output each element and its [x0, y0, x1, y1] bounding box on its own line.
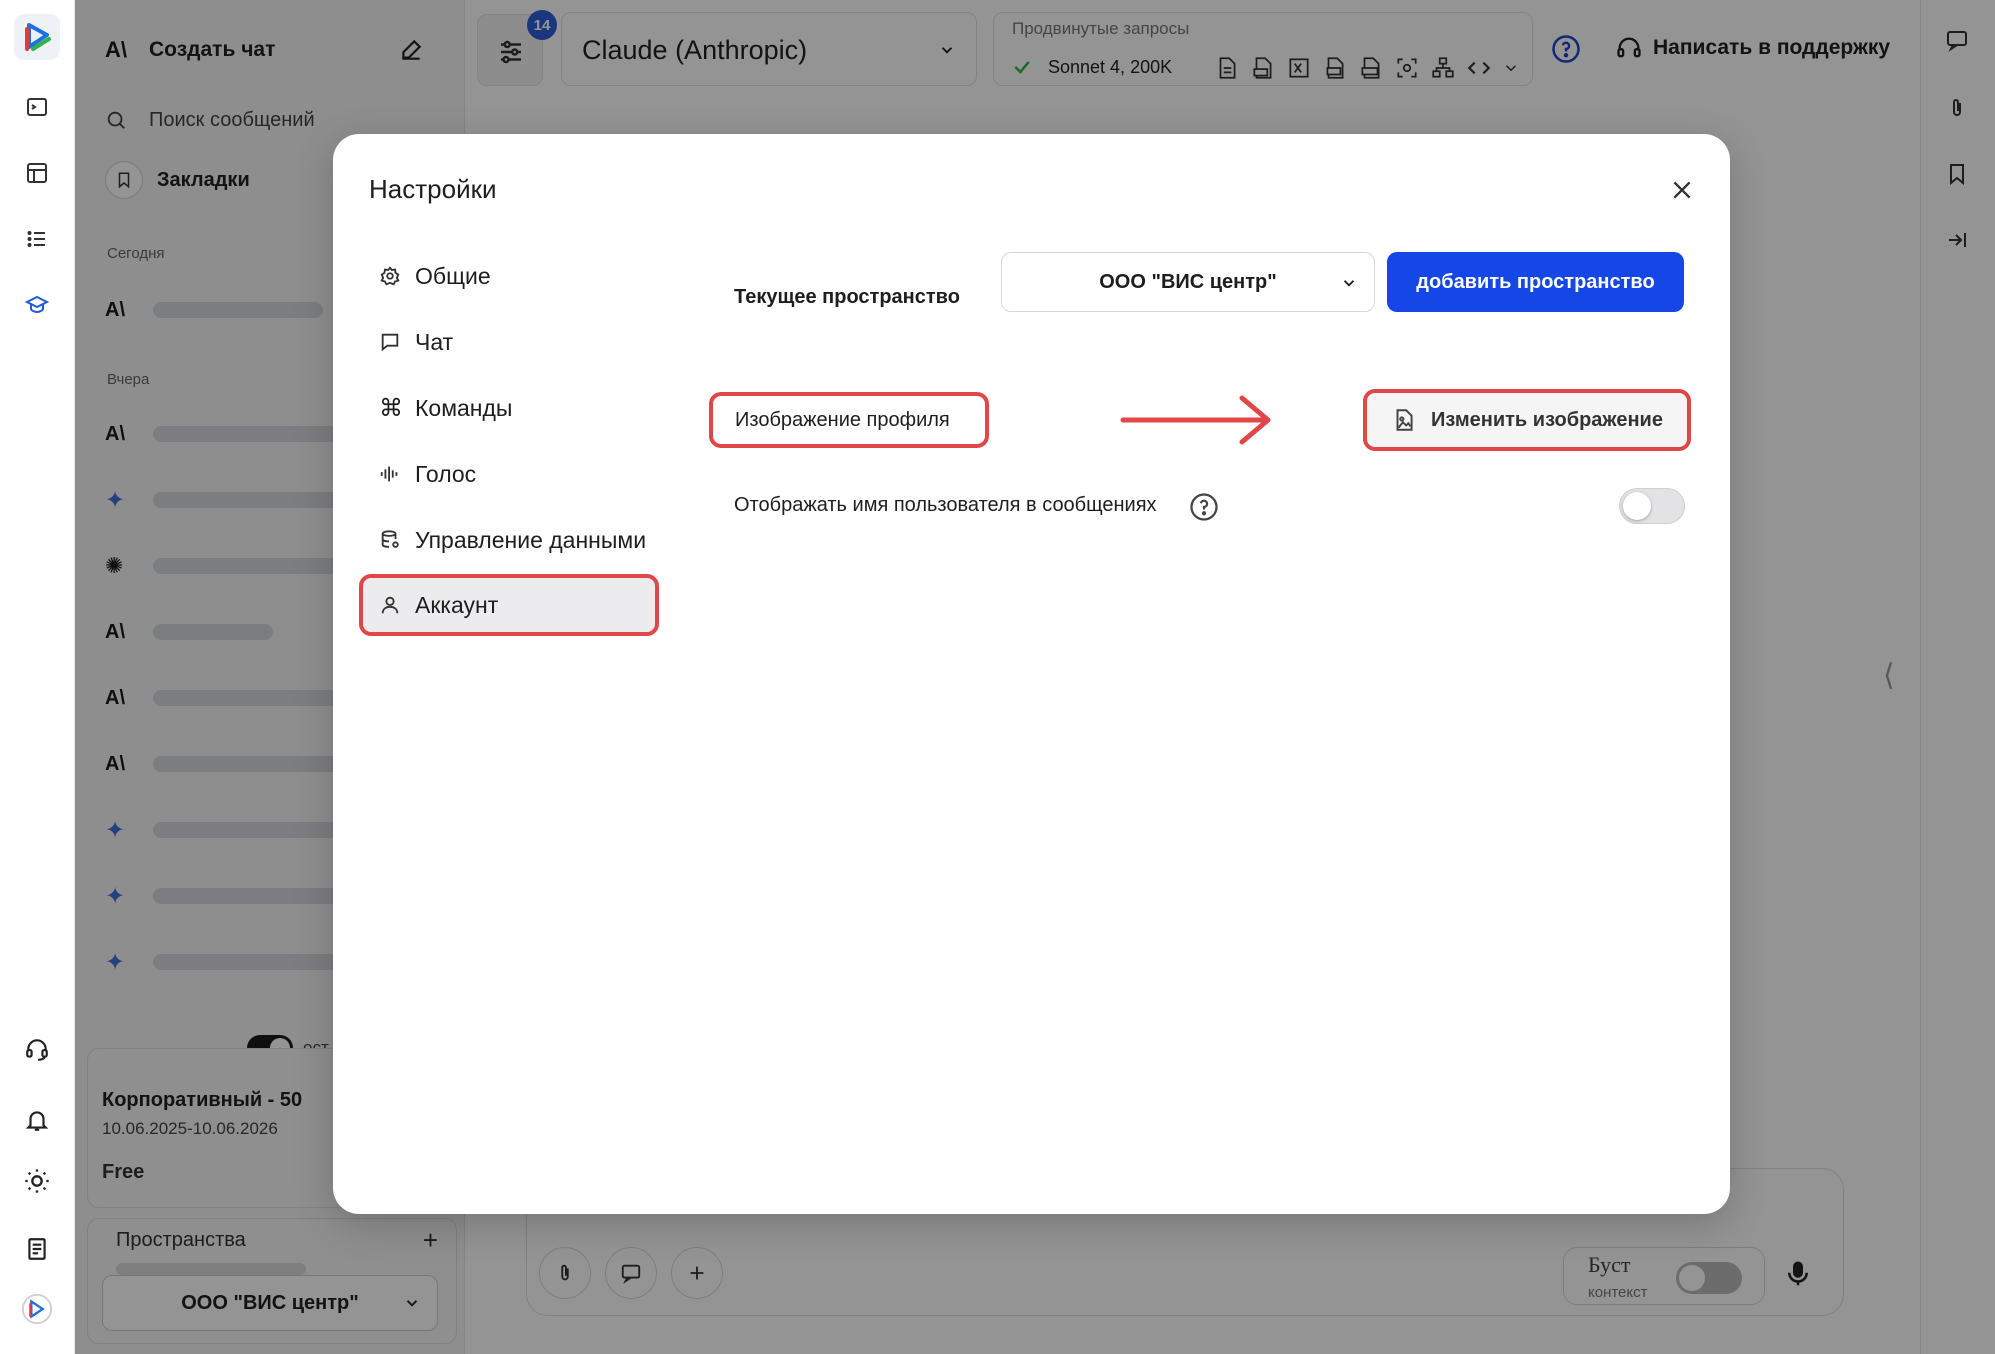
toggle-knob	[1623, 492, 1651, 520]
nav-account[interactable]: Аккаунт	[359, 574, 659, 636]
nav-data-management[interactable]: Управление данными	[369, 512, 659, 568]
current-space-select[interactable]: ООО "ВИС центр"	[1001, 252, 1375, 312]
nav-commands[interactable]: ⌘ Команды	[369, 380, 659, 436]
help-circle-icon[interactable]	[1189, 492, 1219, 522]
sun-icon[interactable]	[14, 1158, 60, 1204]
bell-icon[interactable]	[14, 1097, 60, 1143]
nav-account-label: Аккаунт	[415, 591, 499, 618]
current-space-value: ООО "ВИС центр"	[1099, 270, 1277, 293]
brand-mark-icon	[14, 1286, 60, 1332]
modal-title: Настройки	[369, 174, 497, 204]
terminal-icon[interactable]	[14, 84, 60, 130]
waveform-icon	[379, 463, 401, 485]
nav-chat-label: Чат	[415, 328, 454, 355]
nav-voice[interactable]: Голос	[369, 446, 659, 502]
nav-data-management-label: Управление данными	[415, 526, 647, 553]
change-image-label: Изменить изображение	[1431, 408, 1663, 431]
show-username-toggle[interactable]	[1619, 488, 1685, 524]
user-icon	[379, 594, 401, 616]
list-icon[interactable]	[14, 216, 60, 262]
document-icon[interactable]	[14, 1226, 60, 1272]
chat-bubble-icon	[379, 331, 401, 353]
nav-voice-label: Голос	[415, 460, 477, 487]
nav-commands-label: Команды	[415, 394, 513, 421]
nav-chat[interactable]: Чат	[369, 314, 659, 370]
app-logo-icon[interactable]	[14, 14, 60, 60]
change-image-button[interactable]: Изменить изображение	[1363, 389, 1691, 451]
nav-general[interactable]: Общие	[369, 248, 659, 304]
arrow-right-icon	[1120, 395, 1271, 445]
icon-rail	[0, 0, 75, 1354]
gear-icon	[379, 265, 401, 287]
nav-general-label: Общие	[415, 262, 491, 289]
chevron-down-icon	[1340, 274, 1358, 292]
headset-icon[interactable]	[14, 1026, 60, 1072]
command-icon: ⌘	[379, 394, 403, 422]
current-space-label: Текущее пространство	[734, 286, 960, 308]
profile-image-label: Изображение профиля	[709, 392, 989, 448]
show-username-label: Отображать имя пользователя в сообщениях	[734, 494, 1157, 516]
settings-modal: Настройки Общие Чат ⌘ Команды Голос Упра…	[333, 134, 1730, 1214]
image-file-icon	[1391, 406, 1417, 434]
add-space-button[interactable]: добавить пространство	[1387, 252, 1684, 312]
graduation-cap-icon[interactable]	[14, 282, 60, 328]
table-icon[interactable]	[14, 150, 60, 196]
close-icon[interactable]	[1664, 172, 1700, 208]
database-icon	[379, 529, 401, 551]
